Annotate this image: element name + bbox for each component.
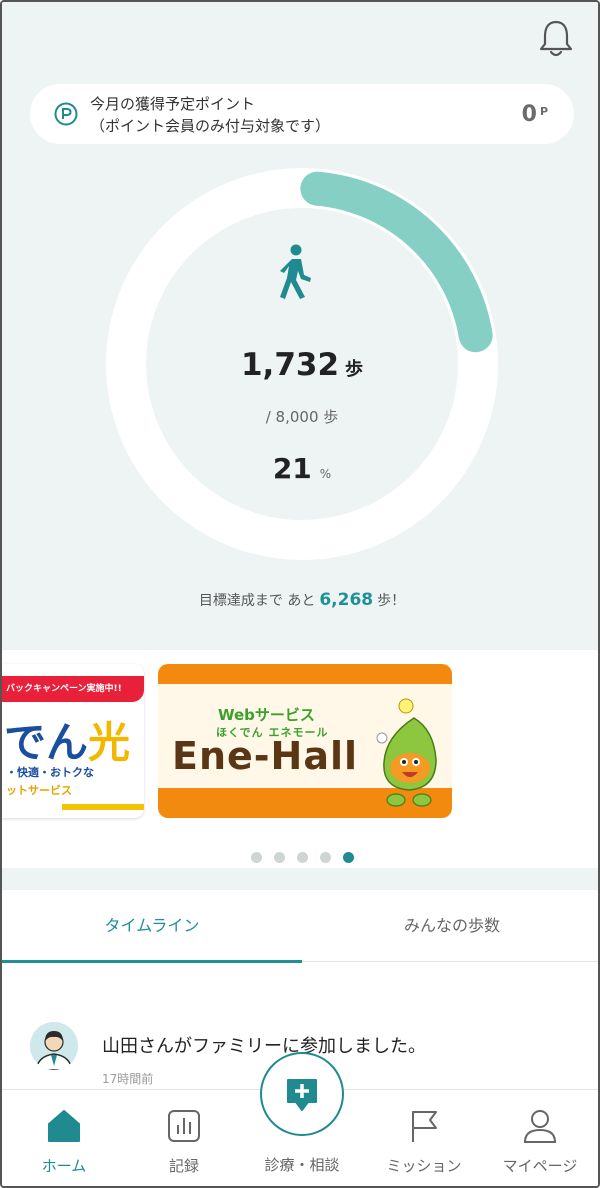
- goal-percent-unit: %: [319, 467, 332, 481]
- points-unit: P: [539, 105, 548, 118]
- points-number: 0: [521, 102, 537, 127]
- bell-icon[interactable]: [536, 16, 576, 60]
- banner-ribbon: バックキャンペーン実施中!!: [2, 676, 144, 702]
- points-description: 今月の獲得予定ポイント （ポイント会員のみ付与対象です）: [90, 93, 330, 137]
- home-icon: [46, 1108, 82, 1144]
- banner-tagline: ・快適・おトクな: [6, 766, 94, 779]
- tab-everyone-steps[interactable]: みんなの歩数: [302, 890, 598, 962]
- mascot-icon: [364, 690, 452, 818]
- nav-records-label: 記録: [168, 1157, 199, 1175]
- person-icon: [522, 1108, 558, 1144]
- flag-icon: [406, 1108, 442, 1144]
- step-count-value: 1,732: [240, 347, 340, 383]
- consultation-button[interactable]: [260, 1052, 344, 1136]
- medical-chat-icon: [287, 1079, 317, 1111]
- walking-icon: [274, 242, 314, 302]
- monthly-points-card[interactable]: 今月の獲得予定ポイント （ポイント会員のみ付与対象です） 0P: [30, 84, 574, 144]
- nav-mypage[interactable]: マイページ: [480, 1090, 598, 1186]
- user-avatar[interactable]: [30, 1022, 78, 1070]
- banner-title-accent: 光: [88, 718, 131, 767]
- banner-service: ットサービス: [6, 784, 72, 797]
- carousel-dot[interactable]: [342, 852, 354, 863]
- remaining-prefix: 目標達成まで あと: [198, 593, 316, 609]
- nav-home[interactable]: ホーム: [4, 1090, 124, 1186]
- step-count-unit: 歩: [345, 359, 364, 380]
- nav-missions[interactable]: ミッション: [364, 1090, 484, 1186]
- carousel-indicator: [2, 848, 598, 867]
- nav-missions-label: ミッション: [386, 1157, 462, 1175]
- goal-percent-value: 21: [272, 452, 312, 485]
- tab-timeline[interactable]: タイムライン: [2, 890, 302, 963]
- p-circle-icon: [54, 102, 78, 126]
- banner-hikari[interactable]: バックキャンペーン実施中!! でん光 ・快適・おトクな ットサービス: [2, 664, 144, 818]
- points-title: 今月の獲得予定ポイント: [90, 95, 256, 113]
- remaining-suffix: 歩！: [377, 593, 406, 609]
- carousel-dot[interactable]: [273, 852, 285, 863]
- app-screen: 今月の獲得予定ポイント （ポイント会員のみ付与対象です） 0P 1,732 歩 /…: [0, 0, 600, 1188]
- carousel-dot[interactable]: [250, 852, 262, 863]
- nav-records[interactable]: 記録: [124, 1090, 244, 1186]
- carousel-dot[interactable]: [319, 852, 331, 863]
- points-value: 0P: [522, 102, 548, 127]
- enehall-logo: Ene-Hall: [172, 734, 359, 778]
- goal-percent: 21%: [2, 452, 598, 485]
- banner-web-label: Webサービス: [218, 706, 315, 724]
- banner-title: でん光: [4, 709, 130, 770]
- tab-bar: タイムライン みんなの歩数: [2, 890, 598, 963]
- nav-consultation-label: 診療・相談: [264, 1156, 340, 1174]
- step-goal: / 8,000 歩: [265, 408, 339, 426]
- activity-section: 今月の獲得予定ポイント （ポイント会員のみ付与対象です） 0P 1,732 歩 /…: [2, 2, 598, 650]
- chart-icon: [166, 1108, 202, 1144]
- points-note: （ポイント会員のみ付与対象です）: [90, 117, 331, 135]
- nav-mypage-label: マイページ: [502, 1157, 578, 1175]
- banner-title-main: でん: [4, 718, 89, 767]
- banner-stripe: [62, 804, 144, 810]
- banner-enehall[interactable]: Webサービス ほくでん エネモール Ene-Hall: [158, 664, 452, 818]
- carousel-dot[interactable]: [296, 852, 308, 863]
- remaining-value: 6,268: [319, 590, 374, 610]
- remaining-steps: 目標達成まで あと 6,268 歩！: [2, 590, 598, 610]
- step-count: 1,732 歩: [2, 347, 598, 383]
- section-divider: [2, 868, 598, 890]
- timeline-time: 17時間前: [102, 1072, 154, 1086]
- nav-home-label: ホーム: [41, 1157, 87, 1175]
